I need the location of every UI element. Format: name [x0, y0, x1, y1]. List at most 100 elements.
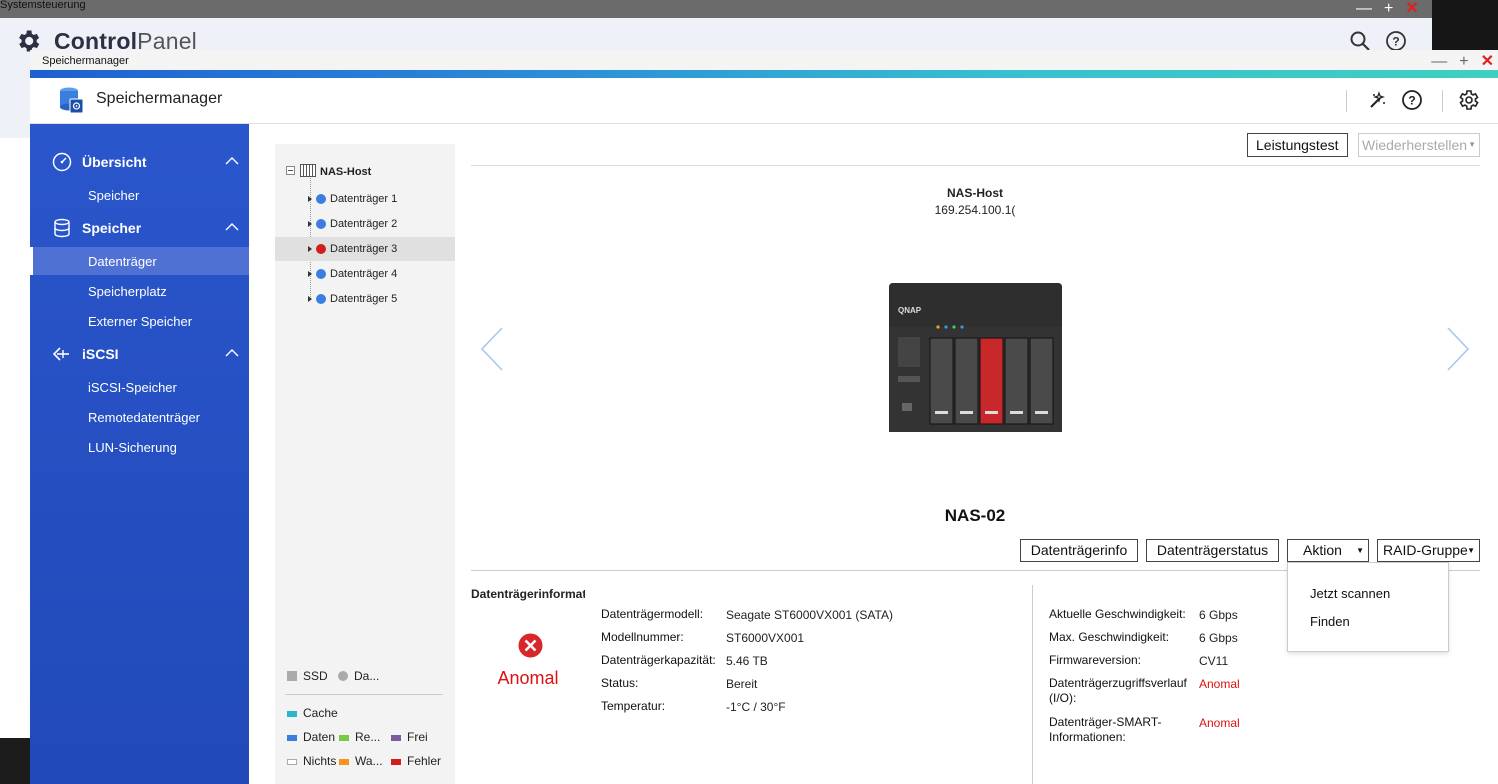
info-value[interactable]: Anomal: [1199, 677, 1240, 691]
chevron-up-icon[interactable]: [225, 222, 239, 232]
chevron-up-icon[interactable]: [225, 348, 239, 358]
sidebar-item-iscsi-speicher[interactable]: iSCSI-Speicher: [30, 373, 249, 401]
expand-arrow-icon[interactable]: [308, 196, 312, 202]
benchmark-button[interactable]: Leistungstest: [1247, 133, 1348, 157]
info-value: ST6000VX001: [726, 631, 805, 645]
minimize-icon[interactable]: —: [1431, 53, 1447, 70]
legend-wa: Wa...: [339, 754, 383, 768]
disk-status-dot: [316, 269, 326, 279]
search-icon[interactable]: [1349, 30, 1371, 52]
maximize-icon[interactable]: +: [1384, 0, 1393, 17]
close-icon[interactable]: ✕: [1481, 53, 1494, 70]
daten-swatch: [287, 734, 297, 741]
server-icon: [300, 164, 316, 177]
tree-node-host[interactable]: NAS-Host: [275, 160, 455, 184]
info-value: 6 Gbps: [1199, 608, 1238, 622]
sidebar-item-remotedatentraeger[interactable]: Remotedatenträger: [30, 403, 249, 431]
action-menu: Jetzt scannen Finden: [1287, 562, 1449, 652]
re-swatch: [339, 734, 349, 741]
tree-node-disk-selected[interactable]: Datenträger 3: [275, 237, 455, 261]
background-taskbar: Systemsteuerung: [0, 0, 1432, 18]
tree-node-disk[interactable]: Datenträger 1: [275, 187, 455, 211]
window-titlebar[interactable]: Speichermanager — + ✕: [30, 50, 1498, 70]
background-window-controls: — + ✕: [1356, 0, 1431, 18]
info-value: Seagate ST6000VX001 (SATA): [726, 608, 893, 622]
background-window-title: Systemsteuerung: [0, 0, 86, 11]
sidebar-section-label: iSCSI: [82, 346, 119, 362]
disk-status-label: Anomal: [497, 668, 559, 688]
expand-arrow-icon[interactable]: [308, 296, 312, 302]
chevron-left-icon[interactable]: [478, 326, 508, 372]
nichts-swatch: [287, 758, 297, 765]
legend-re: Re...: [339, 730, 380, 744]
frei-swatch: [391, 734, 401, 741]
legend-frei: Frei: [391, 730, 428, 744]
info-value: Bereit: [726, 677, 758, 691]
action-dropdown[interactable]: Aktion ▼: [1287, 539, 1369, 562]
nas-model-name: NAS-02: [944, 506, 1006, 525]
sidebar-item-lun-sicherung[interactable]: LUN-Sicherung: [30, 433, 249, 461]
info-key: Firmwareversion:: [1049, 653, 1142, 667]
window-title: Speichermanager: [42, 55, 129, 67]
minimize-icon[interactable]: —: [1356, 0, 1372, 17]
header-separator: [1346, 90, 1347, 112]
legend-ssd: SSD: [287, 669, 328, 683]
info-key: Datenträgerzugriffsverlauf (I/O):: [1049, 676, 1187, 705]
legend-da: Da...: [338, 669, 379, 683]
sidebar-item-speicher-overview[interactable]: Speicher: [30, 181, 249, 209]
disk-status-button[interactable]: Datenträgerstatus: [1146, 539, 1279, 562]
expand-arrow-icon[interactable]: [308, 271, 312, 277]
error-icon: [518, 633, 543, 658]
dashboard-icon: [52, 152, 72, 172]
settings-gear-icon[interactable]: [1454, 86, 1482, 114]
sidebar-section-label: Speicher: [82, 220, 142, 236]
info-value[interactable]: Anomal: [1199, 716, 1240, 730]
info-value: CV11: [1199, 654, 1229, 668]
sidebar-item-speicherplatz[interactable]: Speicherplatz: [30, 277, 249, 305]
svg-text:?: ?: [1408, 94, 1415, 108]
info-value: 6 Gbps: [1199, 631, 1238, 645]
window-controls: — + ✕: [1419, 51, 1494, 71]
app-title: Speichermanager: [96, 90, 223, 107]
legend-divider: [285, 694, 443, 695]
wa-swatch: [339, 758, 349, 765]
expand-arrow-icon[interactable]: [308, 221, 312, 227]
disk-status-dot: [316, 294, 326, 304]
sidebar-section-iscsi[interactable]: iSCSI: [30, 339, 249, 369]
close-icon[interactable]: ✕: [1405, 0, 1418, 17]
storage-manager-window: Speichermanager — + ✕ Speichermanager ?: [30, 50, 1498, 784]
restore-dropdown[interactable]: Wiederherstellen ▼: [1358, 133, 1480, 157]
expand-arrow-icon[interactable]: [308, 246, 312, 252]
svg-text:?: ?: [1392, 35, 1399, 49]
header-separator: [1442, 90, 1443, 112]
sidebar-item-datentraeger[interactable]: Datenträger: [30, 247, 249, 275]
host-name: NAS-Host: [947, 186, 1003, 200]
diagnose-icon[interactable]: [1364, 86, 1392, 114]
disk-status-dot: [316, 244, 326, 254]
help-icon[interactable]: ?: [1398, 86, 1426, 114]
window-accent-bar: [30, 70, 1498, 78]
disk-info-button[interactable]: Datenträgerinfo: [1020, 539, 1138, 562]
chevron-right-icon[interactable]: [1442, 326, 1472, 372]
disk-tree-panel: NAS-Host Datenträger 1 Datenträger 2 Dat…: [275, 144, 455, 784]
divider: [471, 165, 1480, 166]
help-icon[interactable]: ?: [1385, 30, 1407, 52]
ssd-square-icon: [287, 671, 297, 681]
sidebar-item-externer-speicher[interactable]: Externer Speicher: [30, 307, 249, 335]
menu-item-scan-now[interactable]: Jetzt scannen: [1310, 586, 1390, 601]
info-key: Temperatur:: [601, 699, 666, 713]
tree-node-disk[interactable]: Datenträger 2: [275, 212, 455, 236]
sidebar-section-overview[interactable]: Übersicht: [30, 147, 249, 177]
legend-cache: Cache: [287, 706, 338, 720]
legend-daten: Daten: [287, 730, 335, 744]
maximize-icon[interactable]: +: [1459, 53, 1468, 70]
menu-item-locate[interactable]: Finden: [1310, 614, 1350, 629]
tree-node-disk[interactable]: Datenträger 5: [275, 287, 455, 311]
collapse-icon[interactable]: [286, 166, 295, 175]
info-key: Status:: [601, 676, 639, 690]
raid-group-dropdown[interactable]: RAID-Gruppe ▼: [1377, 539, 1480, 562]
tree-node-disk[interactable]: Datenträger 4: [275, 262, 455, 286]
chevron-up-icon[interactable]: [225, 156, 239, 166]
legend-fehler: Fehler: [391, 754, 441, 768]
sidebar-section-storage[interactable]: Speicher: [30, 213, 249, 243]
